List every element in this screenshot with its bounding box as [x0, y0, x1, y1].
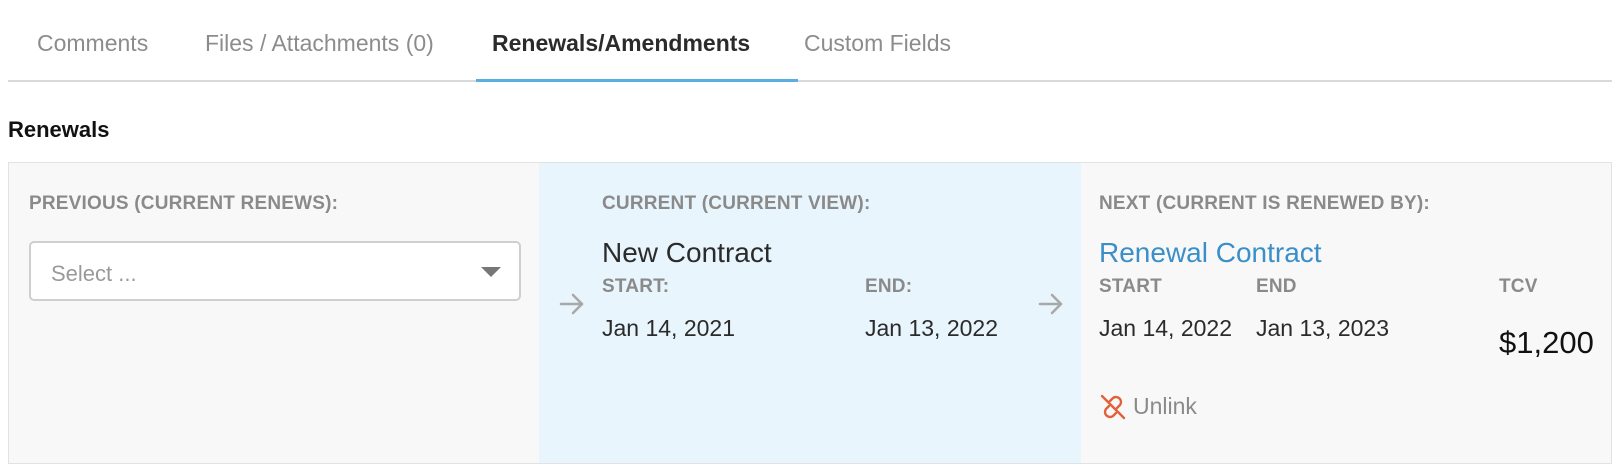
previous-contract-select[interactable]: Select ... — [29, 241, 521, 301]
chevron-down-icon — [481, 267, 501, 277]
tab-comments[interactable]: Comments — [37, 30, 148, 82]
arrow-right-icon — [1038, 293, 1063, 315]
select-placeholder: Select ... — [51, 261, 137, 286]
tab-custom-fields[interactable]: Custom Fields — [804, 30, 951, 82]
section-title: Renewals — [8, 117, 110, 142]
next-end-label: END — [1256, 276, 1297, 297]
current-end-label: END: — [865, 276, 913, 297]
current-label: CURRENT (CURRENT VIEW): — [602, 193, 871, 214]
previous-label: PREVIOUS (CURRENT RENEWS): — [29, 193, 339, 214]
current-contract-title: New Contract — [602, 237, 772, 268]
active-tab-indicator — [476, 79, 798, 82]
unlink-icon — [1100, 394, 1126, 420]
tcv-label: TCV — [1499, 276, 1538, 297]
unlink-label: Unlink — [1133, 393, 1197, 419]
tab-renewals-amendments[interactable]: Renewals/Amendments — [492, 30, 750, 82]
renewal-contract-link[interactable]: Renewal Contract — [1099, 237, 1322, 269]
next-start-label: START — [1099, 276, 1162, 297]
next-end-date: Jan 13, 2023 — [1256, 315, 1390, 341]
renewals-panel: PREVIOUS (CURRENT RENEWS): Select ... CU… — [8, 162, 1612, 464]
current-start-date: Jan 14, 2021 — [602, 315, 736, 341]
tab-bar: Comments Files / Attachments (0) Renewal… — [8, 0, 1612, 82]
next-label: NEXT (CURRENT IS RENEWED BY): — [1099, 193, 1430, 214]
current-start-label: START: — [602, 276, 670, 297]
arrow-right-icon — [559, 293, 584, 315]
tab-files-attachments[interactable]: Files / Attachments (0) — [205, 30, 434, 82]
tcv-value: $1,200 — [1499, 325, 1594, 360]
current-end-date: Jan 13, 2022 — [865, 315, 999, 341]
next-start-date: Jan 14, 2022 — [1099, 315, 1233, 341]
current-column: CURRENT (CURRENT VIEW): New Contract STA… — [539, 163, 1081, 463]
